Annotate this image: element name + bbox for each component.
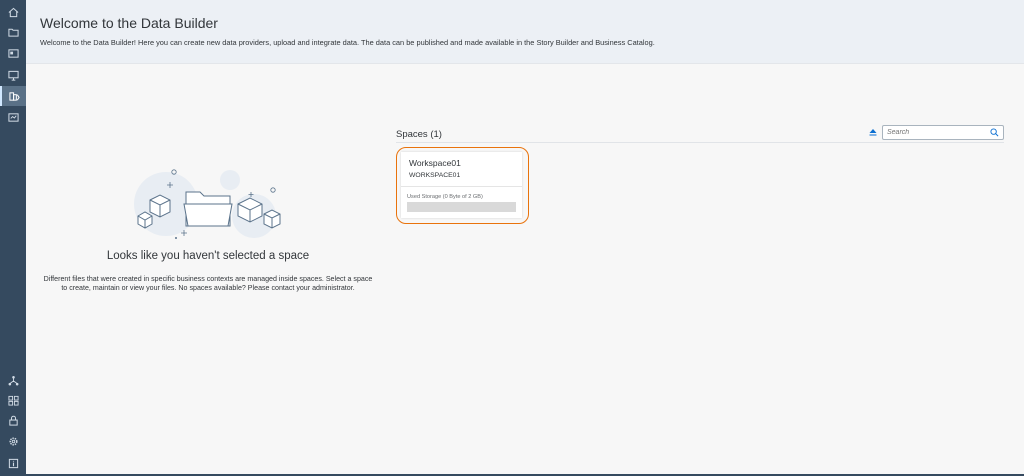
space-card-storage-label: Used Storage (0 Byte of 2 GB): [407, 194, 483, 200]
lock-icon: [8, 415, 18, 426]
business-builder-icon: [7, 112, 19, 122]
space-card-name: Workspace01: [409, 158, 461, 168]
folder-icon: [7, 28, 19, 37]
space-icon: [7, 395, 19, 406]
nav-system[interactable]: [0, 431, 26, 451]
presentation-icon: [7, 70, 19, 81]
home-icon: [8, 7, 18, 17]
nav-home[interactable]: [0, 2, 26, 22]
nav-network[interactable]: [0, 370, 26, 390]
data-builder-icon: [8, 91, 20, 101]
space-card-workspace01[interactable]: Workspace01 WORKSPACE01 Used Storage (0 …: [401, 152, 522, 218]
empty-state-description: Different files that were created in spe…: [43, 275, 373, 293]
info-icon: [8, 458, 18, 468]
page-header: Welcome to the Data Builder Welcome to t…: [26, 0, 1024, 64]
empty-space-illustration: [134, 169, 281, 239]
nav-business-builder[interactable]: [0, 107, 26, 127]
space-card-separator: [401, 186, 522, 187]
gear-icon: [8, 436, 18, 446]
spaces-heading: Spaces (1): [396, 129, 442, 140]
nav-data-builder[interactable]: [0, 86, 26, 106]
side-navigation: [0, 0, 26, 476]
page-description: Welcome to the Data Builder! Here you ca…: [40, 38, 655, 47]
search-icon[interactable]: [990, 128, 999, 137]
nav-catalog[interactable]: [0, 43, 26, 63]
space-card-id: WORKSPACE01: [409, 172, 461, 179]
search-field[interactable]: [882, 125, 1004, 140]
nav-info[interactable]: [0, 453, 26, 473]
nav-stories[interactable]: [0, 65, 26, 85]
spaces-divider: [396, 142, 1004, 143]
nav-security[interactable]: [0, 410, 26, 430]
nav-space-management[interactable]: [0, 390, 26, 410]
catalog-icon: [7, 48, 19, 58]
page-title: Welcome to the Data Builder: [40, 15, 218, 31]
storage-progress-bar: [407, 202, 516, 212]
search-input[interactable]: [883, 126, 987, 139]
sort-icon[interactable]: [868, 127, 878, 137]
empty-state-title: Looks like you haven't selected a space: [106, 250, 310, 262]
network-icon: [8, 375, 18, 385]
nav-repository[interactable]: [0, 22, 26, 42]
